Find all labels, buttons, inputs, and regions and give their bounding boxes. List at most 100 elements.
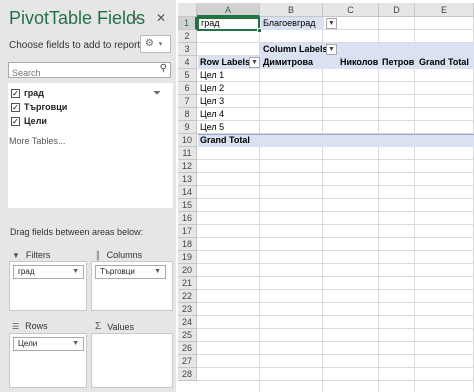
- cell-a6[interactable]: Цел 2: [200, 82, 224, 95]
- row-header[interactable]: 17: [178, 225, 197, 238]
- field-label: град: [24, 88, 44, 98]
- checkbox-checked[interactable]: ✓: [11, 102, 20, 112]
- column-header-a[interactable]: A: [197, 3, 260, 17]
- columns-label: Columns: [106, 250, 143, 260]
- row-header[interactable]: 26: [178, 342, 197, 355]
- field-item-grad[interactable]: ✓ град: [11, 86, 44, 100]
- row-header[interactable]: 25: [178, 329, 197, 342]
- cell-b4[interactable]: Димитрова: [263, 56, 313, 69]
- cell-c4[interactable]: Николов: [340, 56, 378, 69]
- row-header[interactable]: 24: [178, 316, 197, 329]
- cell-a7[interactable]: Цел 3: [200, 95, 224, 108]
- columns-area[interactable]: Търговци ▼: [91, 261, 173, 311]
- column-header-b[interactable]: B: [260, 3, 323, 17]
- cell-a4[interactable]: Row Labels: [200, 56, 250, 69]
- search-input[interactable]: [9, 66, 149, 80]
- values-area-label: Σ Values: [95, 321, 134, 332]
- grid-line: [197, 185, 474, 186]
- field-item-tseli[interactable]: ✓ Цели: [11, 114, 47, 128]
- row-header[interactable]: 11: [178, 147, 197, 160]
- grid-line: [197, 224, 474, 225]
- row-header[interactable]: 6: [178, 82, 197, 95]
- cell-d4[interactable]: Петров: [382, 56, 414, 69]
- column-header-c[interactable]: C: [323, 3, 379, 17]
- fill-handle[interactable]: [257, 28, 262, 33]
- cell-e4[interactable]: Grand Total: [419, 56, 469, 69]
- row-header[interactable]: 19: [178, 251, 197, 264]
- chevron-down-icon[interactable]: ▼: [72, 266, 79, 278]
- values-label: Values: [107, 321, 135, 332]
- row-header[interactable]: 12: [178, 160, 197, 173]
- row-header[interactable]: 22: [178, 290, 197, 303]
- row-header[interactable]: 5: [178, 69, 197, 82]
- row-header[interactable]: 27: [178, 355, 197, 368]
- grid-line: [414, 17, 415, 392]
- cell-a8[interactable]: Цел 4: [200, 108, 224, 121]
- row-header[interactable]: 7: [178, 95, 197, 108]
- row-header[interactable]: 16: [178, 212, 197, 225]
- row-header[interactable]: 10: [178, 134, 197, 147]
- row-header[interactable]: 4: [178, 56, 197, 69]
- row-header[interactable]: 28: [178, 368, 197, 381]
- values-area[interactable]: [91, 333, 173, 388]
- chevron-down-icon: ▾: [158, 41, 163, 48]
- chevron-down-icon[interactable]: ▼: [154, 266, 161, 278]
- chevron-down-icon[interactable]: ▼: [72, 338, 79, 350]
- row-header[interactable]: 21: [178, 277, 197, 290]
- close-icon[interactable]: ✕: [154, 10, 168, 26]
- rows-field-chip[interactable]: Цели ▼: [13, 337, 84, 351]
- field-label: Цели: [24, 116, 47, 126]
- rows-area[interactable]: Цели ▼: [9, 333, 87, 388]
- row-header[interactable]: 20: [178, 264, 197, 277]
- row-header[interactable]: 18: [178, 238, 197, 251]
- grid-line: [197, 341, 474, 342]
- filter-dropdown-icon[interactable]: ▼: [326, 18, 337, 29]
- grid-line: [197, 302, 474, 303]
- cell-a5[interactable]: Цел 1: [200, 69, 224, 82]
- checkbox-checked[interactable]: ✓: [11, 88, 20, 98]
- field-search-box: ⚲: [8, 62, 171, 80]
- row-header[interactable]: 9: [178, 121, 197, 134]
- row-header[interactable]: 3: [178, 43, 197, 56]
- row-header[interactable]: 23: [178, 303, 197, 316]
- grid-line: [197, 237, 474, 238]
- grid-line: [378, 17, 379, 392]
- row-header[interactable]: 13: [178, 173, 197, 186]
- field-item-targovtsi[interactable]: ✓ Търговци: [11, 100, 67, 114]
- cell-b3[interactable]: Column Labels: [263, 43, 328, 56]
- select-all-corner[interactable]: [178, 3, 197, 17]
- grid-line: [197, 250, 474, 251]
- column-header-e[interactable]: E: [415, 3, 474, 17]
- pane-options-chevron-icon[interactable]: ˅: [129, 10, 143, 26]
- search-icon[interactable]: ⚲: [160, 63, 167, 74]
- more-tables-link[interactable]: More Tables...: [9, 136, 65, 146]
- grid-line: [322, 17, 323, 392]
- cell-a10[interactable]: Grand Total: [200, 134, 250, 147]
- column-header-d[interactable]: D: [379, 3, 415, 17]
- row-header[interactable]: 2: [178, 30, 197, 43]
- row-header[interactable]: 8: [178, 108, 197, 121]
- cell-a1[interactable]: град: [201, 17, 220, 30]
- row-labels-dropdown-icon[interactable]: ▼: [249, 57, 260, 68]
- row-header[interactable]: 15: [178, 199, 197, 212]
- grid-line: [197, 211, 474, 212]
- field-list-settings-button[interactable]: ⚙ ▾: [140, 35, 171, 53]
- worksheet: A B C D E 1 2 3 4 5 6 7 8 9 10 11 12 13 …: [176, 0, 474, 392]
- rows-area-label: ☰ Rows: [12, 321, 48, 331]
- chip-label: град: [18, 267, 35, 276]
- filters-area[interactable]: град ▼: [9, 261, 87, 311]
- grid-line: [197, 159, 474, 160]
- grid-line: [197, 81, 474, 82]
- cell-b1[interactable]: Благоевград: [263, 17, 315, 30]
- cell-a9[interactable]: Цел 5: [200, 121, 224, 134]
- gear-icon: ⚙: [145, 38, 154, 49]
- column-labels-dropdown-icon[interactable]: ▼: [326, 44, 337, 55]
- checkbox-checked[interactable]: ✓: [11, 116, 20, 126]
- filters-field-chip[interactable]: град ▼: [13, 265, 84, 279]
- columns-field-chip[interactable]: Търговци ▼: [95, 265, 166, 279]
- pivottable-fields-pane: PivotTable Fields ˅ ✕ Choose fields to a…: [0, 0, 176, 392]
- row-header[interactable]: 1: [178, 17, 197, 30]
- grid-line: [197, 172, 474, 173]
- row-header[interactable]: 14: [178, 186, 197, 199]
- grid-line: [259, 17, 260, 392]
